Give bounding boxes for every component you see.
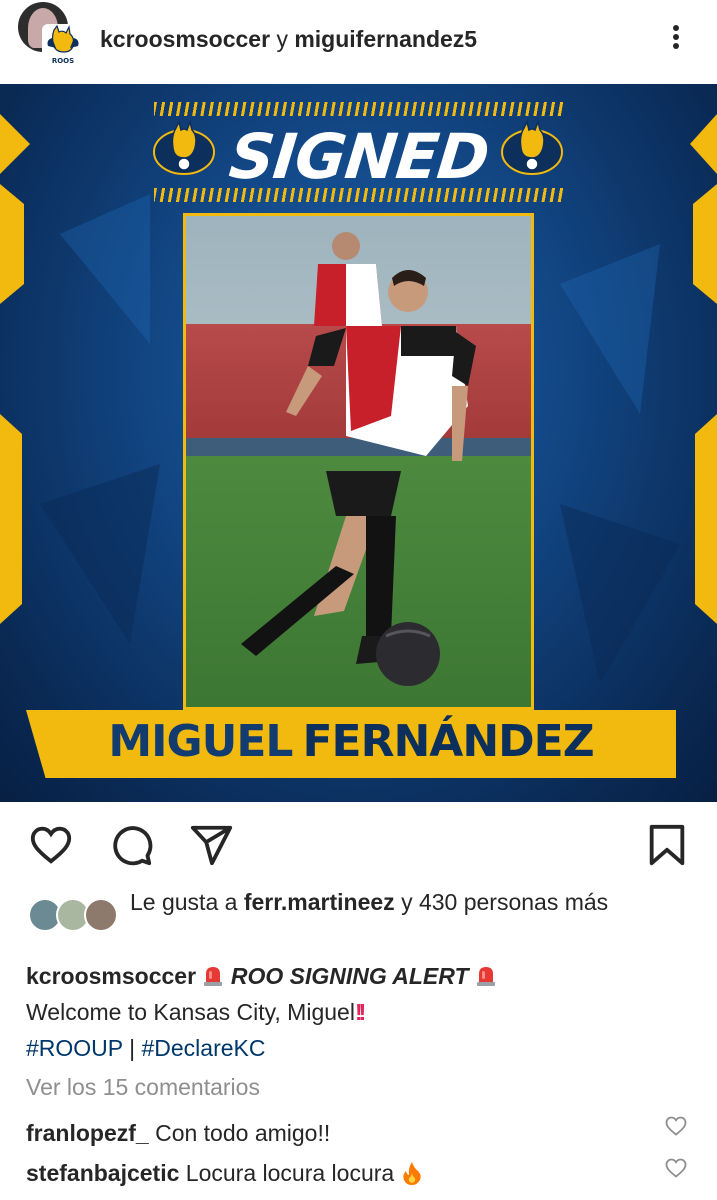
view-all-comments-link[interactable]: Ver los 15 comentarios [26,1074,260,1101]
double-exclamation-icon: !! [354,999,367,1025]
comment-username[interactable]: franlopezf_ [26,1120,149,1146]
post-authors[interactable]: kcroosmsoccer y miguifernandez5 [100,26,477,53]
hashtag-separator: | [129,1035,136,1061]
profile-avatar[interactable]: ROOS [18,2,84,70]
liker-avatars [28,898,128,934]
liker-avatar [84,898,118,932]
signed-headline: SIGNED [225,120,492,193]
comment-text: Locura locura locura [185,1160,395,1186]
fire-icon [402,1162,421,1185]
svg-text:ROOS: ROOS [52,57,74,65]
author-username-2[interactable]: miguifernandez5 [294,26,477,52]
kangaroo-logo-icon [153,120,215,175]
comment-row: franlopezf_ Con todo amigo!! [26,1120,666,1147]
share-icon[interactable] [188,822,234,868]
comment-like-heart-icon[interactable] [664,1156,688,1180]
author-username-1[interactable]: kcroosmsoccer [100,26,270,52]
kangaroo-logo-icon [501,120,563,175]
caption-line: Welcome to Kansas City, Miguel [26,999,355,1025]
post-caption: kcroosmsoccer ROO SIGNING ALERT Welcome … [26,958,696,1066]
player-figure [241,232,476,686]
post-image[interactable]: SIGNED MIGUEL FERNÁNDEZ [0,84,717,802]
player-photo [183,213,534,710]
comment-row: stefanbajcetic Locura locura locura [26,1160,666,1187]
likes-prefix: Le gusta a [130,889,238,915]
post-actions [0,802,717,886]
siren-icon [476,967,495,986]
bookmark-icon[interactable] [644,822,690,868]
siren-icon [204,967,223,986]
likes-count: y 430 personas más [401,889,609,915]
caption-username[interactable]: kcroosmsoccer [26,963,196,989]
stripe-decoration-top [154,102,564,116]
caption-alert: ROO SIGNING ALERT [230,963,469,989]
comment-like-heart-icon[interactable] [664,1114,688,1138]
player-name: MIGUEL FERNÁNDEZ [26,716,676,767]
hashtag-declarekc[interactable]: #DeclareKC [141,1035,265,1061]
caption-hashtags: #ROOUP | #DeclareKC [26,1030,696,1066]
hashtag-rooup[interactable]: #ROOUP [26,1035,123,1061]
heart-icon[interactable] [28,822,74,868]
roos-logo-icon: ROOS [42,24,84,70]
likes-text: Le gusta a ferr.martineez y 430 personas… [130,886,690,919]
comment-icon[interactable] [108,822,154,868]
comment-username[interactable]: stefanbajcetic [26,1160,179,1186]
post-header: ROOS kcroosmsoccer y miguifernandez5 [0,0,717,84]
more-options-icon[interactable] [664,22,688,54]
player-last-name: FERNÁNDEZ [302,716,594,767]
author-conjunction: y [276,26,288,52]
player-first-name: MIGUEL [108,716,293,767]
liker-username[interactable]: ferr.martineez [244,889,395,915]
comment-text: Con todo amigo!! [155,1120,331,1146]
